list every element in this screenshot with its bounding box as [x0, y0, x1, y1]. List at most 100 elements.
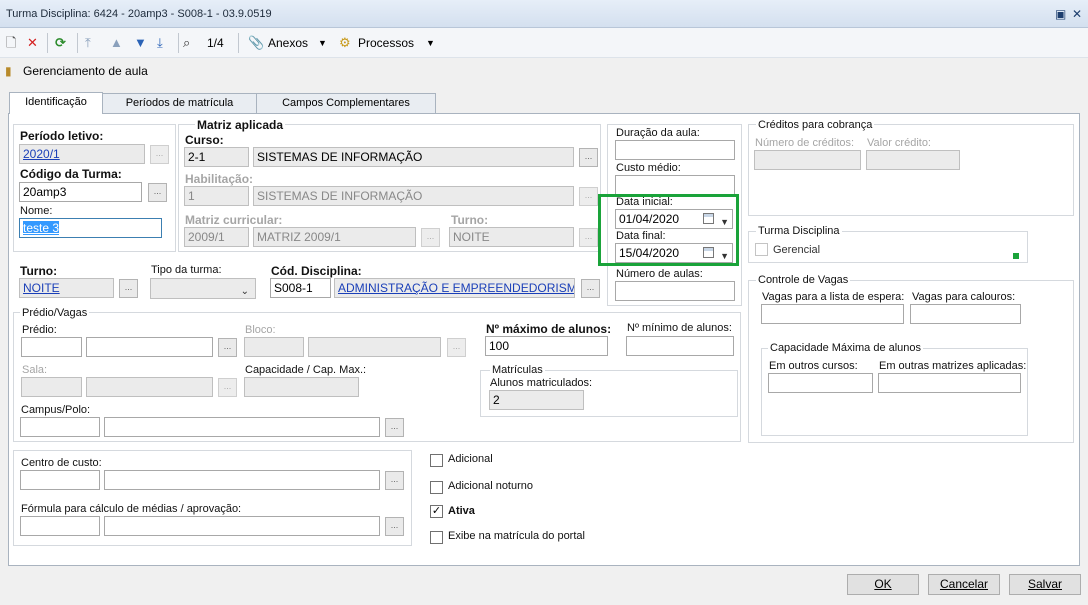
- tipo-turma-select[interactable]: ⌄: [150, 278, 256, 299]
- data-inicial-label: Data inicial:: [616, 196, 673, 208]
- numero-creditos-field[interactable]: [754, 150, 861, 170]
- first-record-icon[interactable]: ⤒: [85, 34, 91, 52]
- numero-aulas-field[interactable]: [615, 281, 735, 301]
- habilitacao-lookup-button[interactable]: ...: [579, 187, 598, 206]
- next-record-icon[interactable]: ▼: [134, 34, 147, 52]
- custo-label: Custo médio:: [616, 162, 681, 174]
- refresh-icon[interactable]: ⟳: [55, 34, 66, 52]
- bloco-code-field[interactable]: [244, 337, 304, 357]
- title-bar: Turma Disciplina: 6424 - 20amp3 - S008-1…: [0, 0, 1088, 28]
- adicional-checkbox[interactable]: [430, 454, 443, 467]
- chevron-down-icon[interactable]: ▼: [720, 213, 729, 228]
- predio-label: Prédio:: [22, 324, 57, 336]
- capacidade-label: Capacidade / Cap. Max.:: [245, 364, 367, 376]
- cancel-button[interactable]: Cancelar: [928, 574, 1000, 595]
- turma-disciplina-title: Turma Disciplina: [756, 225, 842, 237]
- tipo-turma-label: Tipo da turma:: [151, 264, 222, 276]
- gerencial-checkbox[interactable]: [755, 243, 768, 256]
- centro-custo-name-field[interactable]: [104, 470, 380, 490]
- sala-name-field[interactable]: [86, 377, 213, 397]
- min-alunos-field[interactable]: [626, 336, 734, 356]
- exibe-portal-checkbox[interactable]: [430, 531, 443, 544]
- exibe-portal-label: Exibe na matrícula do portal: [448, 530, 585, 542]
- calendar-icon[interactable]: [703, 247, 714, 258]
- bloco-name-field[interactable]: [308, 337, 441, 357]
- outros-cursos-field[interactable]: [768, 373, 873, 393]
- turno-field[interactable]: NOITE: [19, 278, 114, 298]
- data-final-value: 15/04/2020: [619, 246, 680, 260]
- centro-custo-code-field[interactable]: [20, 470, 100, 490]
- matriz-turno-lookup-button[interactable]: ...: [579, 228, 598, 247]
- codigo-lookup-button[interactable]: ...: [148, 183, 167, 202]
- predio-code-field[interactable]: [21, 337, 82, 357]
- ok-button[interactable]: OK: [847, 574, 919, 595]
- habilitacao-code-field[interactable]: 1: [184, 186, 249, 206]
- codigo-field[interactable]: 20amp3: [19, 182, 142, 202]
- new-icon[interactable]: 🗋: [6, 34, 16, 52]
- curso-code-field[interactable]: 2-1: [184, 147, 249, 167]
- matriz-code-field[interactable]: 2009/1: [184, 227, 249, 247]
- predio-name-field[interactable]: [86, 337, 213, 357]
- outras-matrizes-field[interactable]: [878, 373, 1021, 393]
- tab-periodos-matricula[interactable]: Períodos de matrícula: [102, 93, 257, 114]
- formula-name-field[interactable]: [104, 516, 380, 536]
- previous-record-icon[interactable]: ▲: [110, 34, 123, 52]
- campus-name-field[interactable]: [104, 417, 380, 437]
- gerencial-label: Gerencial: [773, 244, 821, 256]
- valor-credito-field[interactable]: [866, 150, 960, 170]
- cod-disciplina-field[interactable]: S008-1: [270, 278, 331, 298]
- adicional-noturno-checkbox[interactable]: [430, 481, 443, 494]
- nome-field[interactable]: teste 3: [19, 218, 162, 238]
- sala-lookup-button[interactable]: ...: [218, 378, 237, 397]
- formula-lookup-button[interactable]: ...: [385, 517, 404, 536]
- predio-lookup-button[interactable]: ...: [218, 338, 237, 357]
- calendar-icon[interactable]: [703, 213, 714, 224]
- disciplina-lookup-button[interactable]: ...: [581, 279, 600, 298]
- nome-value: teste 3: [23, 221, 60, 235]
- matriz-lookup-button[interactable]: ...: [421, 228, 440, 247]
- valor-credito-label: Valor crédito:: [867, 137, 931, 149]
- disciplina-name-field[interactable]: ADMINISTRAÇÃO E EMPREENDEDORISMO I: [334, 278, 575, 298]
- chevron-down-icon[interactable]: ▼: [318, 34, 327, 52]
- last-record-icon[interactable]: ⤓: [157, 34, 163, 52]
- periodo-lookup-button[interactable]: ...: [150, 145, 169, 164]
- lista-espera-field[interactable]: [761, 304, 904, 324]
- book-icon: ▮: [5, 64, 12, 78]
- max-alunos-label: Nº máximo de alunos:: [486, 322, 612, 336]
- chevron-down-icon[interactable]: ▼: [720, 247, 729, 262]
- binoculars-icon[interactable]: ⌕: [183, 34, 190, 52]
- matriculados-field[interactable]: 2: [489, 390, 584, 410]
- campus-lookup-button[interactable]: ...: [385, 418, 404, 437]
- centro-custo-lookup-button[interactable]: ...: [385, 471, 404, 490]
- sala-code-field[interactable]: [21, 377, 82, 397]
- restore-icon[interactable]: ▣: [1055, 7, 1066, 21]
- bloco-lookup-button[interactable]: ...: [447, 338, 466, 357]
- curso-lookup-button[interactable]: ...: [579, 148, 598, 167]
- ativa-checkbox[interactable]: ✓: [430, 505, 443, 518]
- data-final-field[interactable]: 15/04/2020 ▼: [615, 243, 733, 263]
- close-icon[interactable]: ✕: [1072, 7, 1082, 21]
- turno-lookup-button[interactable]: ...: [119, 279, 138, 298]
- periodo-field[interactable]: 2020/1: [19, 144, 145, 164]
- bloco-label: Bloco:: [245, 324, 276, 336]
- tab-campos-complementares[interactable]: Campos Complementares: [256, 93, 436, 114]
- toolbar: 🗋 ✕ ⟳ ⤒ ▲ ▼ ⤓ ⌕ 1/4 📎 Anexos ▼ ⚙ Process…: [0, 28, 1088, 58]
- gears-icon: ⚙: [339, 35, 351, 50]
- capacidade-field[interactable]: [244, 377, 359, 397]
- formula-code-field[interactable]: [20, 516, 100, 536]
- delete-icon[interactable]: ✕: [27, 34, 38, 52]
- anexos-menu[interactable]: Anexos: [268, 34, 308, 52]
- campus-code-field[interactable]: [20, 417, 100, 437]
- tab-identificacao[interactable]: Identificação: [9, 92, 103, 114]
- save-button[interactable]: Salvar: [1009, 574, 1081, 595]
- chevron-down-icon[interactable]: ▼: [426, 34, 435, 52]
- capacidade-maxima-title: Capacidade Máxima de alunos: [768, 342, 924, 354]
- paperclip-icon: 📎: [248, 35, 265, 50]
- calouros-field[interactable]: [910, 304, 1021, 324]
- matriz-turno-field[interactable]: NOITE: [449, 227, 574, 247]
- custo-field[interactable]: [615, 175, 735, 195]
- duracao-field[interactable]: [615, 140, 735, 160]
- data-inicial-field[interactable]: 01/04/2020 ▼: [615, 209, 733, 229]
- processos-menu[interactable]: Processos: [358, 34, 414, 52]
- max-alunos-field[interactable]: 100: [485, 336, 608, 356]
